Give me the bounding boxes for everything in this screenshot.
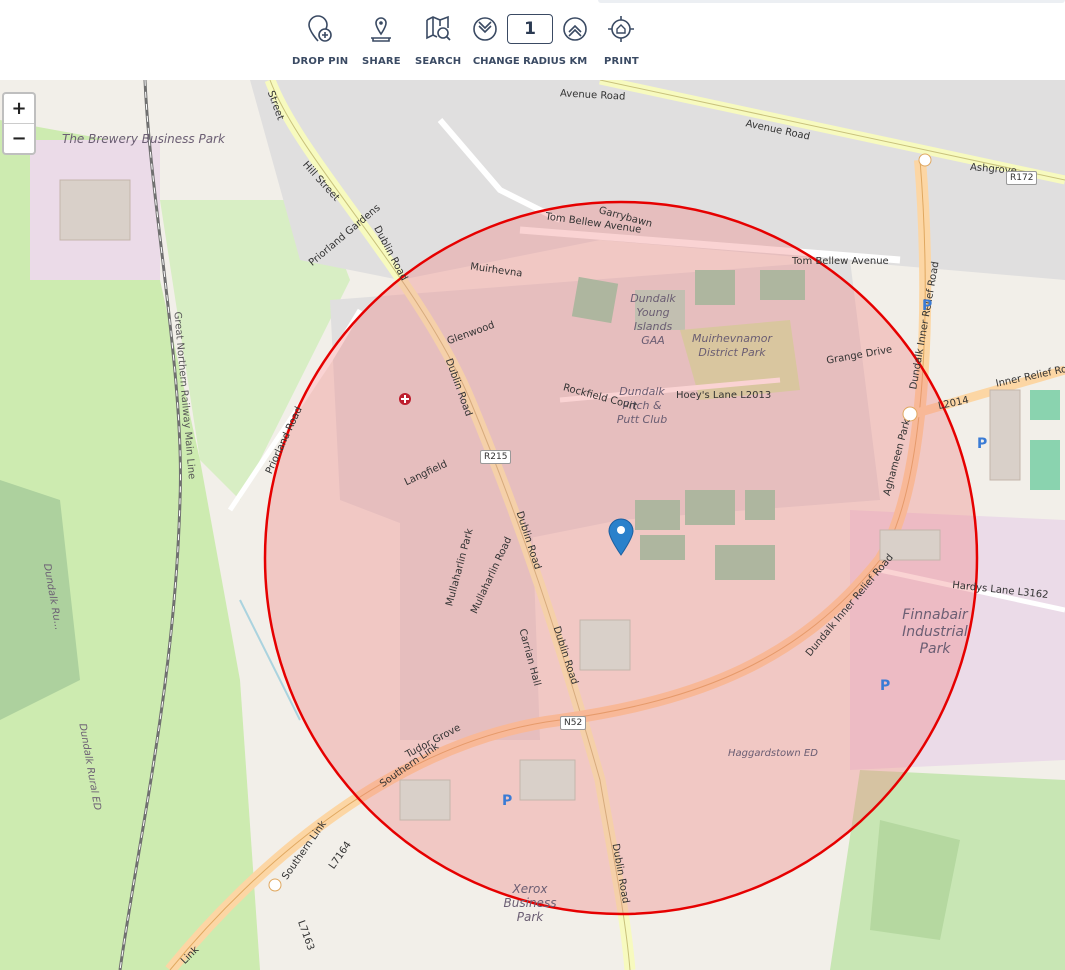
- building: [579, 619, 631, 671]
- increase-radius-icon[interactable]: [561, 15, 589, 43]
- toolbar: DROP PIN SHARE SEARCH 1 CHANGE RADIUS KM…: [0, 0, 1065, 80]
- parking-icon: P: [977, 436, 988, 452]
- locate-home-icon: [608, 16, 635, 42]
- gaa-label: Dundalk Young Islands GAA: [630, 292, 676, 347]
- share-button[interactable]: SHARE: [362, 14, 401, 67]
- roundabout: [268, 878, 282, 892]
- pitch-9: [1030, 390, 1060, 420]
- parking-icon: P: [880, 678, 891, 694]
- share-icon: [371, 17, 392, 42]
- xerox-label: Xerox Business Park: [503, 882, 557, 924]
- print-label: PRINT: [604, 56, 639, 67]
- drop-pin-label: DROP PIN: [292, 56, 349, 67]
- map-canvas[interactable]: The Brewery Business Park Dundalk Young …: [0, 80, 1065, 970]
- parking-icon: P: [922, 298, 933, 314]
- drop-pin-icon: [308, 15, 332, 42]
- hoeys-lane-label: Hoey's Lane L2013: [676, 390, 772, 401]
- decrease-radius-icon[interactable]: [471, 15, 499, 43]
- change-radius-label: CHANGE RADIUS KM: [472, 56, 588, 67]
- haggardstown-label: Haggardstown ED: [728, 748, 818, 759]
- print-button[interactable]: PRINT: [604, 14, 639, 67]
- zoom-control: + −: [2, 92, 36, 155]
- finnabair-label: Finnabair Industrial Park: [902, 607, 968, 657]
- parking-icon: P: [502, 793, 513, 809]
- search-label: SEARCH: [415, 56, 462, 67]
- r172-shield: R172: [1006, 171, 1038, 185]
- zoom-in-button[interactable]: +: [4, 94, 34, 124]
- brewery-label: The Brewery Business Park: [62, 132, 225, 146]
- roundabout: [918, 153, 932, 167]
- building: [989, 389, 1021, 481]
- muirhevnamor-label: Muirhevnamor District Park: [692, 332, 772, 359]
- map-tiles: [0, 80, 1065, 970]
- n52-shield: N52: [560, 716, 587, 730]
- map-search-icon: [426, 15, 451, 41]
- r215-shield: R215: [480, 450, 512, 464]
- pitch-10: [1030, 440, 1060, 490]
- building: [59, 179, 131, 241]
- search-button[interactable]: SEARCH: [415, 14, 461, 67]
- share-label: SHARE: [362, 56, 401, 67]
- drop-pin-button[interactable]: DROP PIN: [292, 14, 348, 67]
- building: [399, 779, 451, 821]
- building: [519, 759, 576, 801]
- top-bar-edge: [598, 0, 1065, 3]
- radius-value[interactable]: 1: [507, 14, 553, 44]
- tom-bellew-label-2: Tom Bellew Avenue: [792, 256, 889, 267]
- radius-circle: [263, 200, 979, 916]
- zoom-out-button[interactable]: −: [4, 124, 34, 153]
- radius-control: 1 CHANGE RADIUS KM: [470, 14, 590, 67]
